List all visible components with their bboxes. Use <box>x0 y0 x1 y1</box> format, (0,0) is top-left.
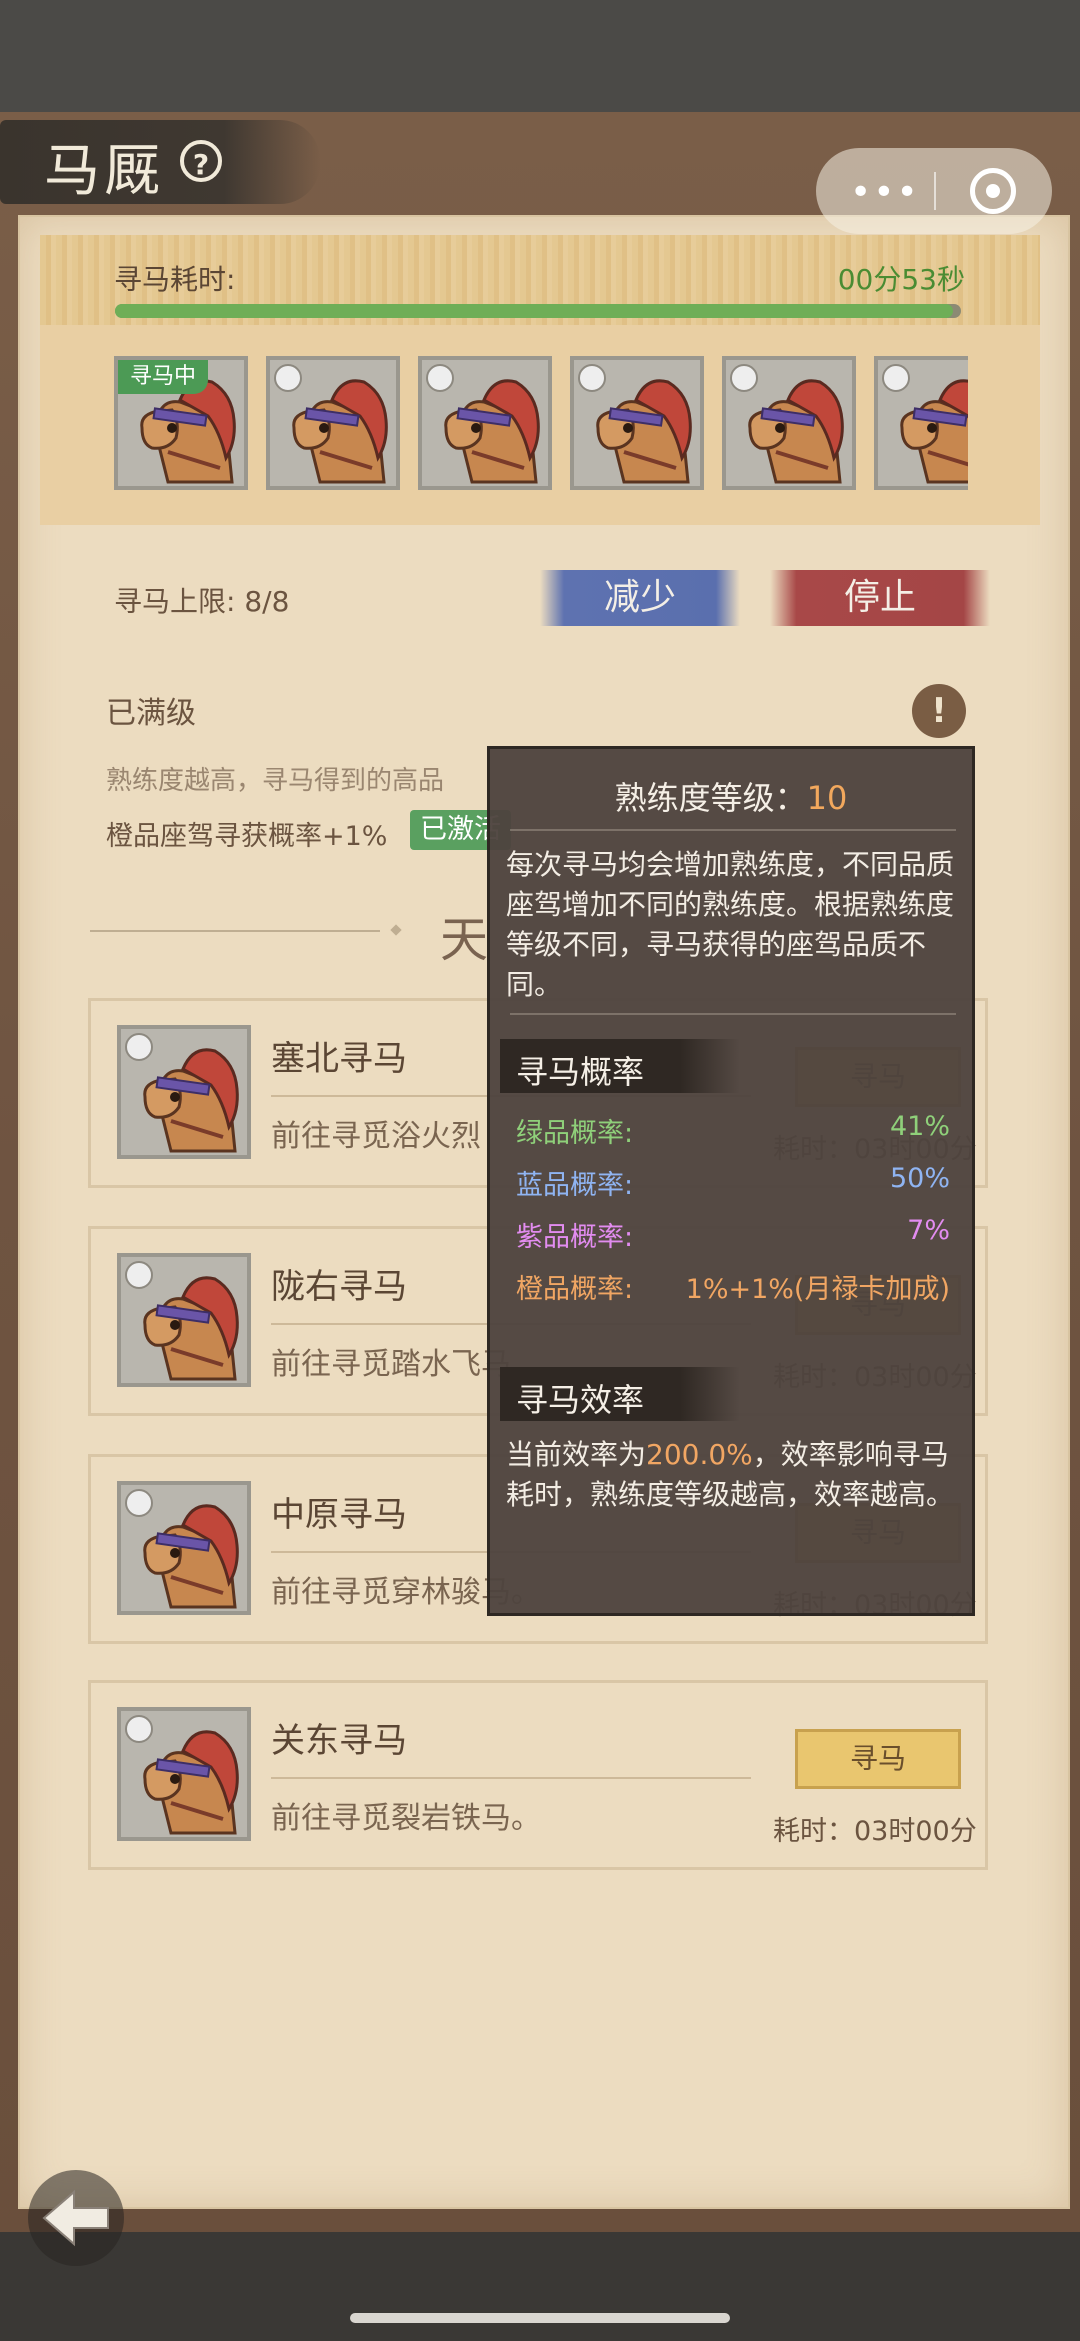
tooltip-title-label: 熟练度等级： <box>614 779 807 817</box>
horse-portrait-icon <box>143 1504 239 1609</box>
horse-slot[interactable] <box>722 356 856 490</box>
help-icon[interactable]: ? <box>180 140 222 182</box>
horse-portrait-icon <box>292 379 388 484</box>
card-title: 塞北寻马 <box>271 1039 407 1079</box>
horse-portrait-icon <box>748 379 844 484</box>
info-icon[interactable]: ! <box>912 684 966 738</box>
rate-label: 蓝品概率: <box>516 1170 634 1201</box>
tooltip-separator <box>510 1013 956 1015</box>
bottom-bar <box>0 2232 1080 2341</box>
card-desc: 前往寻觅裂岩铁马。 <box>271 1801 541 1836</box>
rate-label: 橙品概率: <box>516 1274 634 1305</box>
card-desc: 前往寻觅踏水飞马 <box>271 1347 511 1382</box>
fire-badge-icon <box>125 1033 153 1061</box>
tooltip-level: 10 <box>806 779 848 817</box>
rate-value: 1%+1%(月禄卡加成) <box>685 1274 950 1305</box>
quality-badge-icon <box>274 364 302 392</box>
horse-icon-frame <box>117 1025 251 1159</box>
card-desc: 前往寻觅浴火烈 <box>271 1119 481 1154</box>
slot-status-tag: 寻马中 <box>118 360 209 394</box>
seek-horse-button[interactable]: 寻马 <box>795 1729 961 1789</box>
horse-icon-frame <box>117 1253 251 1387</box>
card-title: 中原寻马 <box>271 1495 407 1535</box>
horse-slot[interactable]: 寻马中 <box>114 356 248 490</box>
search-limit-value: 8/8 <box>244 585 290 618</box>
horse-portrait-icon <box>444 379 540 484</box>
home-indicator[interactable] <box>350 2313 730 2323</box>
horse-slot[interactable] <box>874 356 968 490</box>
stop-button[interactable]: 停止 <box>770 570 990 626</box>
quality-badge-icon <box>882 364 910 392</box>
rate-value: 41% <box>889 1111 950 1142</box>
horse-search-card: 关东寻马前往寻觅裂岩铁马。 寻马耗时：03时00分 <box>88 1680 988 1870</box>
water-badge-icon <box>125 1261 153 1289</box>
card-divider <box>271 1777 751 1779</box>
efficiency-text: 当前效率为200.0%，效率影响寻马耗时，熟练度等级越高，效率越高。 <box>506 1435 962 1515</box>
rates-heading: 寻马概率 <box>516 1053 645 1091</box>
back-arrow-icon <box>42 2189 109 2247</box>
tooltip-title: 熟练度等级：10 <box>490 773 972 819</box>
timer-value: 00分53秒 <box>837 263 965 296</box>
seek-time: 耗时：03时00分 <box>773 1816 977 1847</box>
orange-bonus: 橙品座驾寻获概率+1% <box>106 821 388 852</box>
card-title: 陇右寻马 <box>271 1267 407 1307</box>
rock-badge-icon <box>125 1715 153 1743</box>
eff-prefix: 当前效率为 <box>506 1438 647 1471</box>
horse-portrait-icon <box>143 1048 239 1153</box>
rate-label: 绿品概率: <box>516 1118 634 1149</box>
timer-progress-bar <box>115 304 961 318</box>
rate-value: 50% <box>889 1163 950 1194</box>
more-icon[interactable]: ••• <box>850 172 920 213</box>
timer-progress-fill <box>115 304 953 318</box>
tooltip-desc: 每次寻马均会增加熟练度，不同品质座驾增加不同的熟练度。根据熟练度等级不同，寻马获… <box>506 848 955 1001</box>
quality-badge-icon <box>426 364 454 392</box>
horse-slot[interactable] <box>266 356 400 490</box>
horse-portrait-icon <box>143 1730 239 1835</box>
search-limit-label: 寻马上限: <box>114 585 236 618</box>
timer-label: 寻马耗时: <box>114 263 236 296</box>
eff-value: 200.0% <box>646 1438 753 1471</box>
section-divider-left <box>90 930 380 932</box>
quality-badge-icon <box>730 364 758 392</box>
section-title: 天 <box>440 912 489 968</box>
close-icon[interactable] <box>970 168 1016 214</box>
top-bar <box>0 0 1080 112</box>
horse-slot[interactable] <box>570 356 704 490</box>
quality-badge-icon <box>578 364 606 392</box>
horse-icon-frame <box>117 1707 251 1841</box>
card-title: 关东寻马 <box>271 1721 407 1761</box>
horse-slot[interactable] <box>418 356 552 490</box>
horse-portrait-icon <box>596 379 692 484</box>
horse-icon-frame <box>117 1481 251 1615</box>
rate-value: 7% <box>907 1215 950 1246</box>
eff-heading: 寻马效率 <box>516 1381 645 1419</box>
page-title: 马厩 <box>44 139 164 204</box>
leaf-badge-icon <box>125 1489 153 1517</box>
capsule-divider <box>934 172 936 210</box>
search-limit: 寻马上限: 8/8 <box>114 580 289 620</box>
rate-label: 紫品概率: <box>516 1222 634 1253</box>
horse-portrait-icon <box>143 1276 239 1381</box>
proficiency-desc: 熟练度越高，寻马得到的高品 <box>106 766 445 796</box>
reduce-button[interactable]: 减少 <box>540 570 740 626</box>
tooltip-separator <box>510 829 956 831</box>
proficiency-tooltip: 熟练度等级：10 每次寻马均会增加熟练度，不同品质座驾增加不同的熟练度。根据熟练… <box>487 746 975 1616</box>
proficiency-status: 已满级 <box>106 696 196 731</box>
